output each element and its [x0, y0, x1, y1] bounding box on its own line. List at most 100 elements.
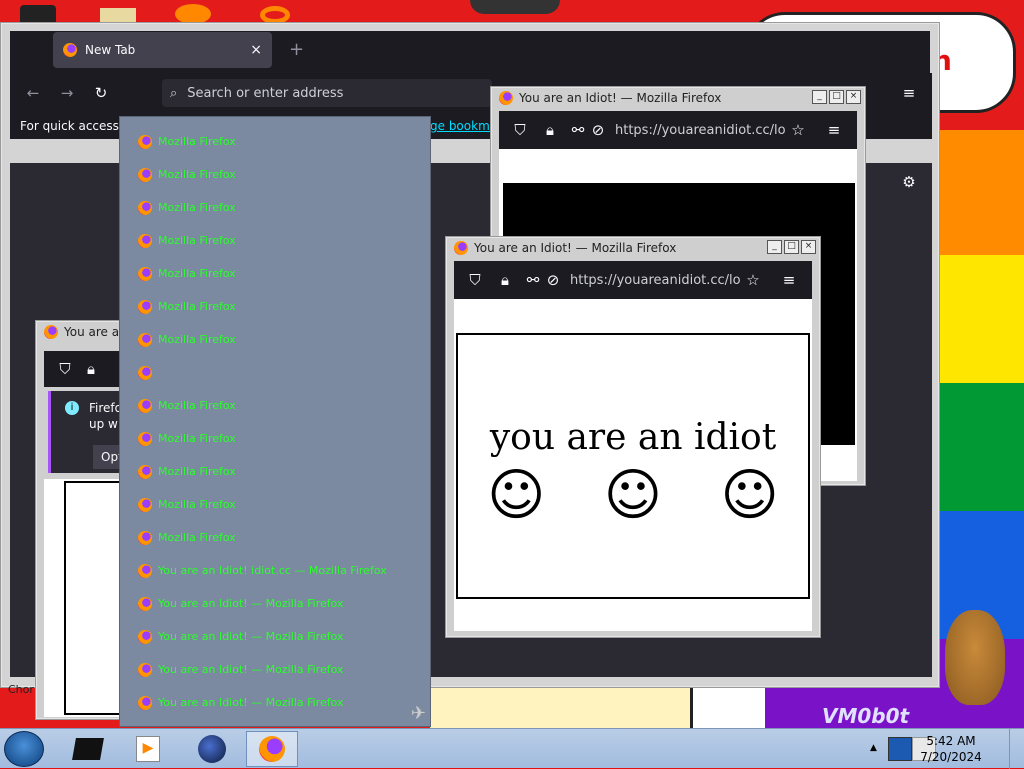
window-list-item[interactable]: Mozilla Firefox: [120, 257, 430, 290]
popup-back-title: You are an Idiot! — Mozilla Firefox: [519, 91, 722, 105]
show-desktop-button[interactable]: [1009, 729, 1024, 769]
idiot-box: you are an idiot ☺ ☺ ☺: [456, 333, 810, 599]
window-list-item-label: Mozilla Firefox: [158, 432, 236, 445]
start-button[interactable]: [4, 731, 44, 767]
menu-icon[interactable]: ≡: [780, 271, 798, 289]
permissions-icon[interactable]: ⚯: [524, 271, 542, 289]
firefox-icon: [138, 596, 152, 611]
firefox-icon: [138, 563, 152, 578]
firefox-icon: [138, 167, 152, 182]
popup-back-nav: ⛉ 🔒︎ ⚯ ⊘ https://youareanidiot.cc/lol. ☆…: [499, 111, 857, 149]
idiot-message: you are an idiot: [489, 417, 777, 458]
tray-network-icon[interactable]: [888, 737, 912, 761]
window-list-item[interactable]: Mozilla Firefox: [120, 290, 430, 323]
rainbow-yellow: [934, 255, 1024, 383]
back-arrow-icon[interactable]: ←: [24, 84, 42, 102]
reload-icon[interactable]: ↻: [92, 84, 110, 102]
popup-front-title: You are an Idiot! — Mozilla Firefox: [474, 241, 677, 255]
show-hidden-icons-arrow[interactable]: ▲: [870, 733, 882, 763]
search-icon: ⌕: [170, 85, 178, 101]
menu-icon[interactable]: ≡: [825, 121, 843, 139]
window-list-item[interactable]: Mozilla Firefox: [120, 488, 430, 521]
firefox-icon: [44, 325, 58, 339]
system-clock[interactable]: 5:42 AM 7/20/2024: [916, 733, 986, 765]
window-list-item[interactable]: Mozilla Firefox: [120, 422, 430, 455]
popup-back-titlebar: You are an Idiot! — Mozilla Firefox: [491, 87, 865, 109]
desktop-bottom-panel-2: [690, 688, 768, 728]
star-icon[interactable]: ☆: [744, 271, 762, 289]
new-tab-button[interactable]: +: [289, 39, 304, 60]
maximize-button[interactable]: □: [829, 90, 844, 104]
close-button[interactable]: ×: [801, 240, 816, 254]
window-list-item-label: Mozilla Firefox: [158, 267, 236, 280]
star-icon[interactable]: ☆: [789, 121, 807, 139]
popup-left-title: You are an: [64, 325, 127, 339]
lock-icon[interactable]: 🔒︎: [541, 121, 559, 139]
desktop-bottom-panel: [430, 688, 690, 728]
lock-icon[interactable]: 🔒︎: [496, 271, 514, 289]
window-list-item[interactable]: Mozilla Firefox: [120, 158, 430, 191]
tracking-blocked-icon[interactable]: ⊘: [544, 271, 562, 289]
window-list-item[interactable]: You are an Idiot! — Mozilla Firefox: [120, 653, 430, 686]
url-text[interactable]: https://youareanidiot.cc/lol.: [615, 123, 785, 138]
url-placeholder: Search or enter address: [187, 85, 344, 101]
window-list-item[interactable]: [120, 356, 430, 389]
window-list-item-label: Mozilla Firefox: [158, 201, 236, 214]
window-list-item[interactable]: Mozilla Firefox: [120, 224, 430, 257]
close-button[interactable]: ×: [846, 90, 861, 104]
paper-plane-icon: ✈: [410, 703, 426, 724]
forward-arrow-icon[interactable]: →: [58, 84, 76, 102]
window-list-item[interactable]: Mozilla Firefox: [120, 323, 430, 356]
window-list-item-label: You are an Idiot! — Mozilla Firefox: [158, 663, 344, 676]
window-list-item-label: Mozilla Firefox: [158, 399, 236, 412]
info-icon: i: [65, 401, 79, 415]
url-text[interactable]: https://youareanidiot.cc/lol.: [570, 273, 740, 288]
desktop-icon-firefox[interactable]: [175, 4, 211, 24]
permissions-icon[interactable]: ⚯: [569, 121, 587, 139]
maximize-button[interactable]: □: [784, 240, 799, 254]
clock-time: 5:42 AM: [926, 734, 976, 748]
tracking-blocked-icon[interactable]: ⊘: [589, 121, 607, 139]
window-list-item[interactable]: Mozilla Firefox: [120, 389, 430, 422]
shield-icon[interactable]: ⛉: [511, 121, 529, 139]
notification-text-1: Firefo: [89, 401, 122, 415]
firefox-icon: [138, 365, 152, 380]
shield-icon[interactable]: ⛉: [466, 271, 484, 289]
smiley-face-3: ☺: [720, 463, 779, 528]
shield-icon[interactable]: ⛉: [56, 360, 74, 378]
window-list-item-label: Mozilla Firefox: [158, 465, 236, 478]
menu-icon[interactable]: ≡: [900, 84, 918, 102]
tab-new-tab[interactable]: New Tab ×: [53, 32, 272, 68]
window-list-item-label: Mozilla Firefox: [158, 333, 236, 346]
taskbar-app-media[interactable]: ▶: [122, 731, 174, 767]
tab-close-icon[interactable]: ×: [250, 42, 262, 58]
window-list-item-label: Mozilla Firefox: [158, 498, 236, 511]
window-list-item[interactable]: You are an Idiot! — Mozilla Firefox: [120, 620, 430, 653]
window-list-item[interactable]: You are an Idiot! idiot.cc — Mozilla Fir…: [120, 554, 430, 587]
window-list-item[interactable]: Mozilla Firefox: [120, 125, 430, 158]
window-list-item[interactable]: Mozilla Firefox: [120, 521, 430, 554]
taskbar-app-firefox[interactable]: [246, 731, 298, 767]
firefox-icon: [138, 398, 152, 413]
corner-watermark: VM0b0t: [822, 704, 910, 728]
lock-icon[interactable]: 🔒︎: [82, 360, 100, 378]
window-list-item[interactable]: Mozilla Firefox: [120, 455, 430, 488]
minimize-button[interactable]: _: [767, 240, 782, 254]
smiley-face-1: ☺: [487, 463, 546, 528]
tab-title: New Tab: [85, 43, 136, 57]
popup-front-content: you are an idiot ☺ ☺ ☺: [454, 299, 812, 631]
bookmarks-hint: For quick access, p: [20, 119, 135, 133]
gear-icon[interactable]: ⚙: [900, 173, 918, 191]
window-list-item[interactable]: You are an Idiot! — Mozilla Firefox: [120, 686, 430, 719]
window-list-item[interactable]: You are an Idiot! — Mozilla Firefox: [120, 587, 430, 620]
taskbar-app-globe[interactable]: [186, 731, 238, 767]
popup-front-nav: ⛉ 🔒︎ ⚯ ⊘ https://youareanidiot.cc/lol. ☆…: [454, 261, 812, 299]
firefox-icon: [138, 431, 152, 446]
partial-bottom-text: Chor: [8, 683, 34, 696]
window-list-item[interactable]: Mozilla Firefox: [120, 191, 430, 224]
minimize-button[interactable]: _: [812, 90, 827, 104]
firefox-icon: [454, 241, 468, 255]
manage-bookmarks-link[interactable]: ge bookma: [430, 119, 497, 133]
taskbar-app-vm[interactable]: [62, 731, 114, 767]
url-bar[interactable]: ⌕ Search or enter address: [162, 79, 492, 107]
